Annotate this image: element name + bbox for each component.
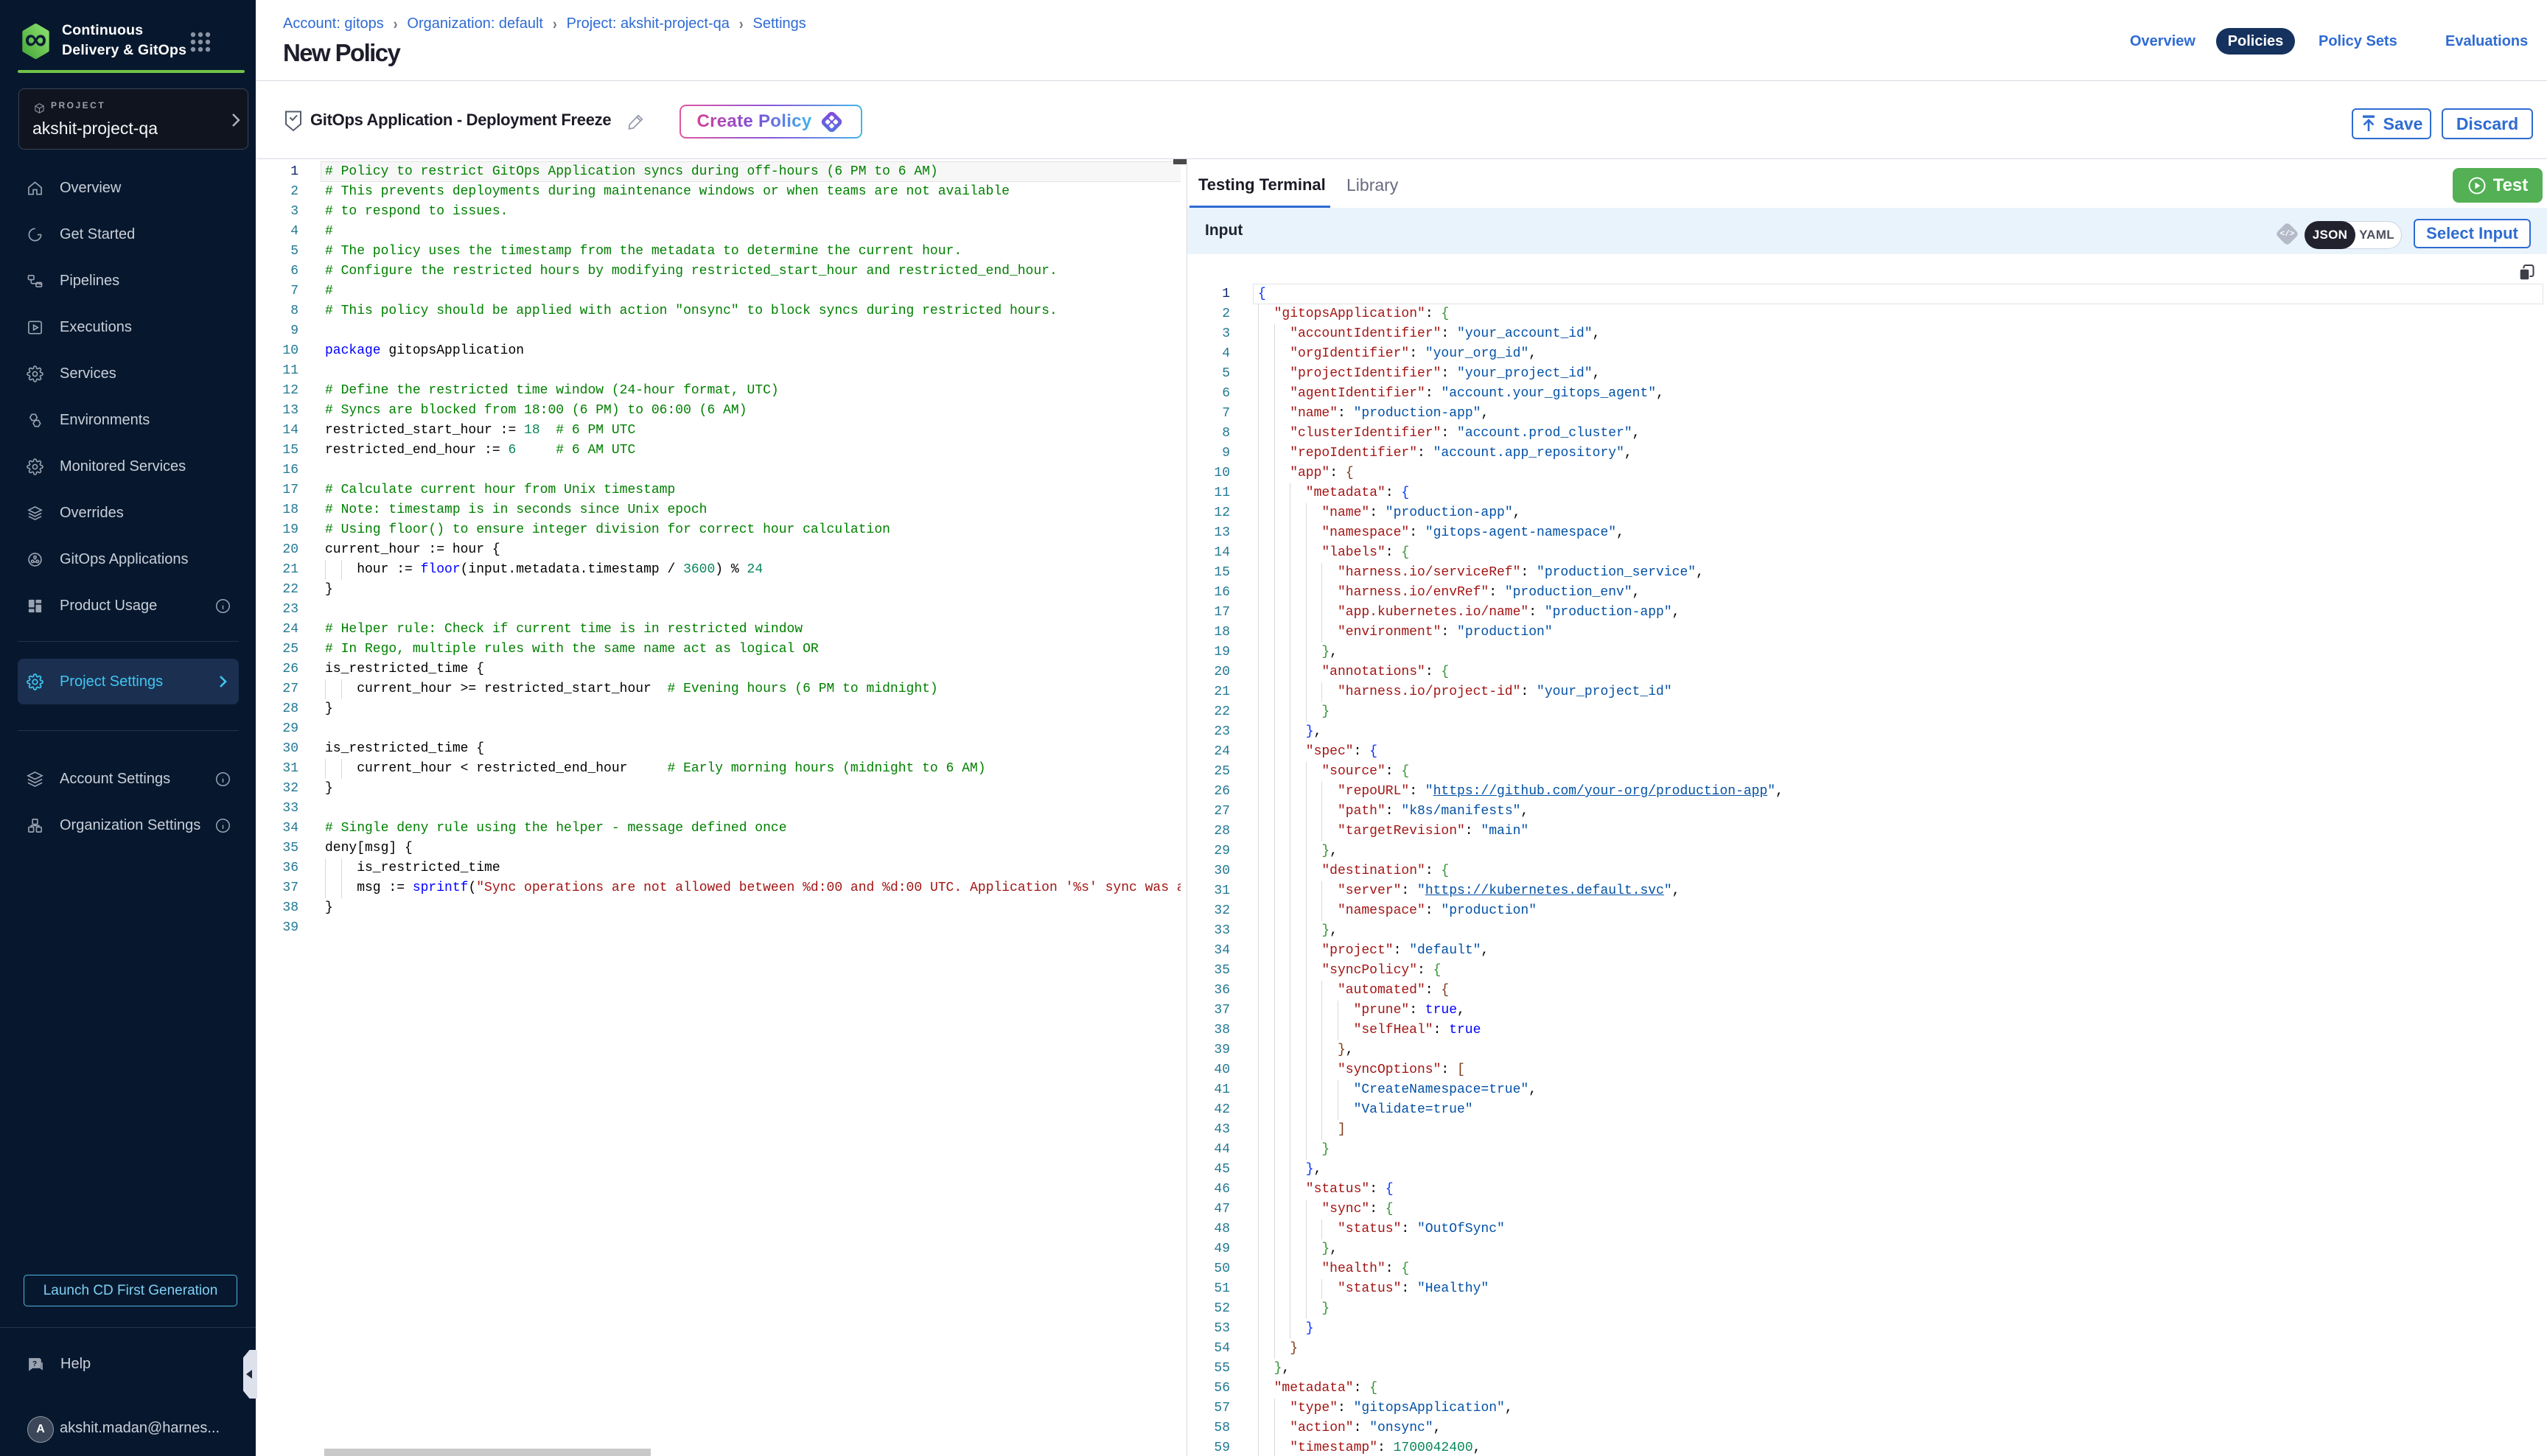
svg-text:?: ? bbox=[32, 1360, 37, 1368]
svg-text:∞: ∞ bbox=[25, 24, 47, 56]
